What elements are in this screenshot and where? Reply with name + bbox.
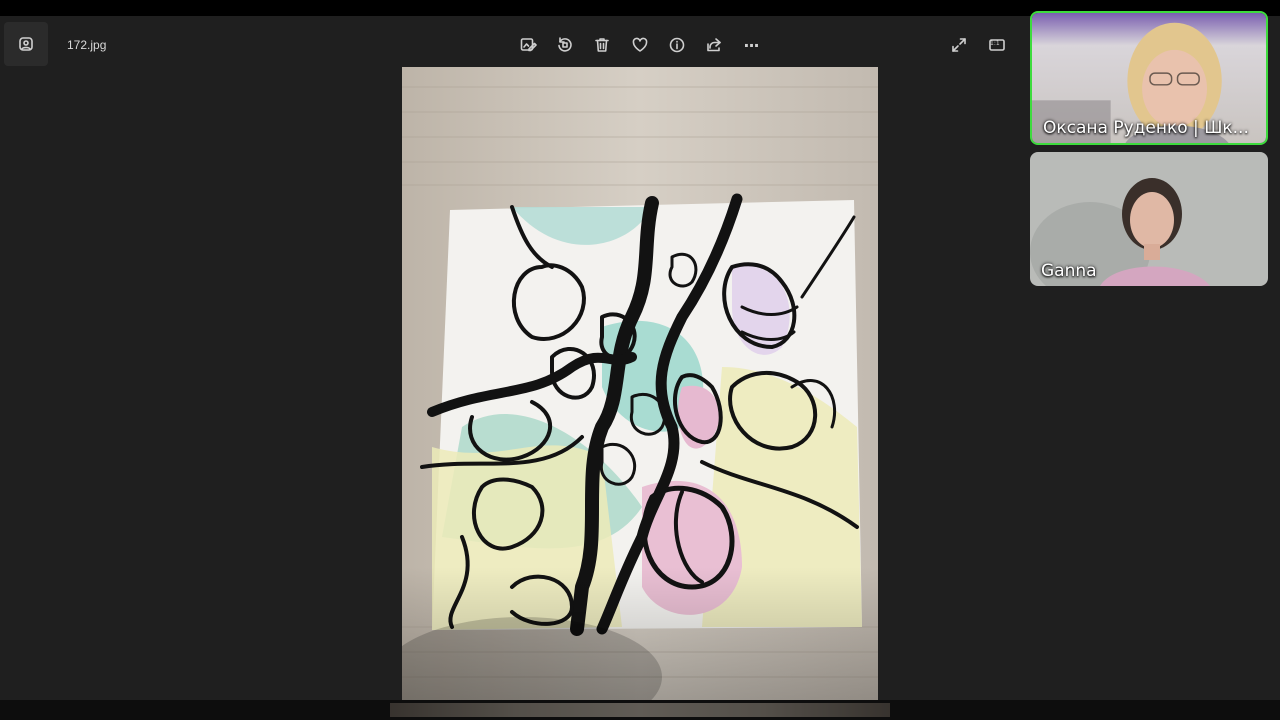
participant-name: Ganna <box>1041 261 1097 281</box>
rotate-icon <box>558 37 572 52</box>
edit-image-button[interactable] <box>514 31 542 59</box>
favorite-button[interactable] <box>626 31 654 59</box>
expand-icon <box>952 38 966 52</box>
delete-button[interactable] <box>588 31 616 59</box>
displayed-photo[interactable] <box>402 67 878 700</box>
participant-tile[interactable]: Ganna <box>1030 152 1268 286</box>
neurographic-drawing-photo <box>402 67 878 700</box>
share-icon <box>707 38 721 52</box>
edit-image-icon <box>520 38 537 52</box>
photos-app-icon <box>19 37 33 51</box>
more-button[interactable]: ··· <box>737 31 765 59</box>
participant-tile-active-speaker[interactable]: Оксана Руденко | Шк... <box>1030 11 1268 145</box>
more-icon: ··· <box>743 35 759 55</box>
actual-size-button[interactable]: 1:1 <box>983 31 1011 59</box>
screen-share: 172.jpg ··· 1:1 Оксана Руденко | Шк... G… <box>0 0 1280 720</box>
file-name: 172.jpg <box>67 38 107 52</box>
actual-size-label: 1:1 <box>990 40 1000 47</box>
info-icon <box>669 37 685 53</box>
heart-icon <box>632 37 648 52</box>
bottom-video-strip <box>390 703 890 717</box>
participant-name: Оксана Руденко | Шк... <box>1043 118 1249 138</box>
share-button[interactable] <box>700 31 728 59</box>
photos-app-button[interactable] <box>4 22 48 66</box>
rotate-button[interactable] <box>551 31 579 59</box>
info-button[interactable] <box>663 31 691 59</box>
trash-icon <box>595 38 609 52</box>
fullscreen-button[interactable] <box>945 31 973 59</box>
